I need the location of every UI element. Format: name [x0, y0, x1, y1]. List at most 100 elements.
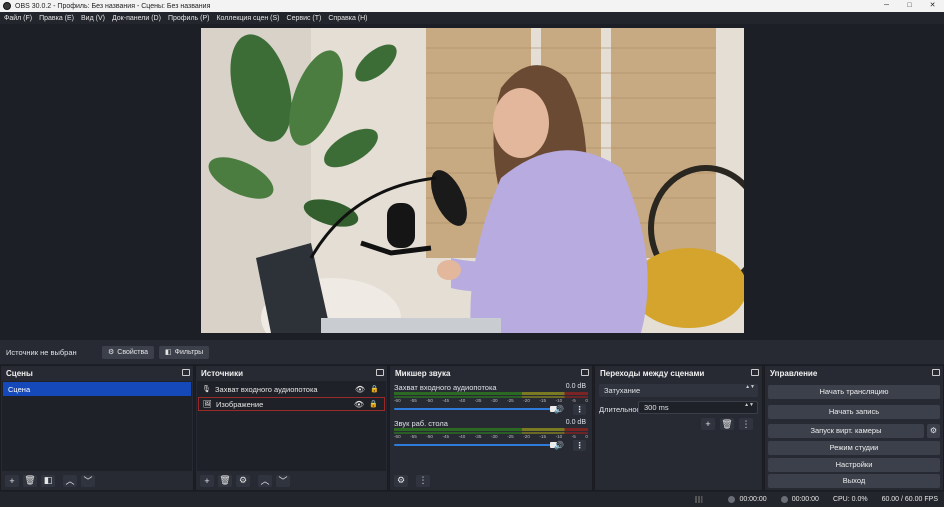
tick: -25: [507, 398, 514, 403]
duration-field[interactable]: 300 ms ▲▼: [638, 401, 758, 414]
channel-name: Захват входного аудиопотока: [394, 383, 497, 392]
scenes-list: Сцена: [2, 381, 192, 471]
move-up-button[interactable]: ︿: [63, 474, 77, 487]
tick: -50: [426, 398, 433, 403]
sources-list: 🎙 Захват входного аудиопотока 👁 🔒 🖼 Изоб…: [197, 381, 386, 471]
menu-view[interactable]: Вид (V): [81, 15, 105, 22]
volume-meter: [394, 392, 588, 395]
remove-scene-button[interactable]: 🗑: [23, 474, 37, 487]
menu-edit[interactable]: Правка (E): [39, 15, 74, 22]
preview-image: [201, 28, 744, 333]
channel-menu-button[interactable]: ⋮: [573, 404, 586, 415]
advanced-audio-button[interactable]: ⚙: [394, 474, 408, 487]
menu-help[interactable]: Справка (H): [328, 15, 367, 22]
tick: -45: [442, 398, 450, 403]
properties-label: Свойства: [117, 348, 149, 356]
channel-menu-button[interactable]: ⋮: [573, 440, 586, 451]
undock-icon[interactable]: [932, 369, 940, 376]
tick: -40: [458, 398, 466, 403]
audio-mixer-dock: Микшер звука Захват входного аудиопотока…: [389, 365, 593, 491]
transition-selected: Затухание: [604, 386, 641, 395]
settings-button[interactable]: Настройки: [768, 458, 940, 472]
studio-mode-button[interactable]: Режим студии: [768, 441, 940, 455]
menu-file[interactable]: Файл (F): [4, 15, 32, 22]
mixer-title: Микшер звука: [390, 366, 592, 380]
spin-arrows-icon[interactable]: ▲▼: [744, 403, 754, 408]
scene-item[interactable]: Сцена: [3, 382, 191, 396]
move-up-button[interactable]: ︿: [258, 474, 272, 487]
channel-name: Звук раб. стола: [394, 419, 448, 428]
source-label: Изображение: [216, 399, 264, 409]
status-bar: 00:00:00 00:00:00 CPU: 0.0% 60.00 / 60.0…: [0, 492, 944, 507]
source-item-audio-input[interactable]: 🎙 Захват входного аудиопотока 👁 🔒: [198, 382, 385, 396]
start-recording-button[interactable]: Начать запись: [768, 405, 940, 419]
tick: -55: [410, 398, 417, 403]
tick: -10: [555, 398, 563, 403]
program-preview[interactable]: [201, 28, 744, 333]
undock-icon[interactable]: [376, 369, 384, 376]
window-titlebar: OBS 30.0.2 - Профиль: Без названия - Сце…: [0, 0, 944, 12]
undock-icon[interactable]: [581, 369, 589, 376]
transition-menu-button[interactable]: ⋮: [739, 418, 753, 430]
menu-scene-collection[interactable]: Коллекция сцен (S): [216, 15, 279, 22]
mixer-menu-button[interactable]: ⋮: [416, 474, 430, 487]
lock-icon[interactable]: 🔒: [370, 385, 379, 393]
tick: -30: [490, 398, 498, 403]
tick: -15: [539, 434, 547, 439]
undock-icon[interactable]: [751, 369, 759, 376]
cpu-usage: CPU: 0.0%: [832, 496, 868, 503]
properties-button[interactable]: ⚙ Свойства: [102, 345, 155, 359]
menu-profile[interactable]: Профиль (P): [168, 15, 210, 22]
visibility-eye-icon[interactable]: 👁: [355, 385, 365, 394]
source-item-image[interactable]: 🖼 Изображение 👁 🔒: [198, 397, 385, 411]
close-icon[interactable]: ✕: [921, 0, 944, 12]
virtual-camera-settings-gear-icon[interactable]: ⚙: [927, 424, 940, 438]
stream-time: 00:00:00: [739, 496, 767, 503]
mixer-title-text: Микшер звука: [395, 368, 451, 378]
undock-icon[interactable]: [182, 369, 190, 376]
volume-slider[interactable]: [394, 442, 557, 448]
duration-value: 300 ms: [644, 403, 669, 412]
menu-docks[interactable]: Док-панели (D): [112, 15, 161, 22]
signal-bars-icon: [695, 496, 705, 503]
menu-tools[interactable]: Сервис (T): [287, 15, 322, 22]
sources-dock: Источники 🎙 Захват входного аудиопотока …: [195, 365, 388, 491]
add-scene-button[interactable]: +: [5, 474, 19, 487]
add-transition-button[interactable]: +: [701, 418, 715, 430]
start-streaming-button[interactable]: Начать трансляцию: [768, 385, 940, 399]
tick: 0: [585, 434, 588, 439]
move-down-button[interactable]: ﹀: [276, 474, 290, 487]
remove-source-button[interactable]: 🗑: [218, 474, 232, 487]
scene-filters-button[interactable]: ◧: [41, 474, 55, 487]
tick: -60: [394, 398, 401, 403]
fps-counter: 60.00 / 60.00 FPS: [881, 496, 938, 503]
tick: -20: [523, 398, 530, 403]
speaker-icon[interactable]: 🔊: [554, 405, 564, 414]
filters-button[interactable]: ◧ Фильтры: [159, 345, 210, 359]
source-toolbar: Источник не выбран ⚙ Свойства ◧ Фильтры: [0, 340, 944, 364]
tick: -50: [426, 434, 433, 439]
start-virtual-camera-button[interactable]: Запуск вирт. камеры: [768, 424, 924, 438]
meter-scale: -60 -55 -50 -45 -40 -35 -30 -25 -20 -15 -10 -5 0: [394, 398, 588, 405]
lock-icon[interactable]: 🔒: [369, 400, 378, 408]
source-properties-button[interactable]: ⚙: [236, 474, 250, 487]
stream-status: 00:00:00: [728, 496, 767, 503]
image-icon: 🖼: [203, 401, 212, 408]
visibility-eye-icon[interactable]: 👁: [354, 400, 364, 409]
tick: 0: [585, 398, 588, 403]
microphone-icon: 🎙: [202, 386, 211, 393]
remove-transition-button[interactable]: 🗑: [720, 418, 734, 430]
speaker-icon[interactable]: 🔊: [554, 441, 564, 450]
volume-slider[interactable]: [394, 406, 557, 412]
maximize-icon[interactable]: □: [898, 0, 921, 12]
sources-title-text: Источники: [201, 368, 244, 378]
exit-button[interactable]: Выход: [768, 474, 940, 488]
updown-arrows-icon: ▲▼: [745, 384, 755, 390]
tick: -20: [523, 434, 530, 439]
minimize-icon[interactable]: ─: [875, 0, 898, 12]
move-down-button[interactable]: ﹀: [81, 474, 95, 487]
transition-select[interactable]: Затухание ▲▼: [599, 384, 758, 397]
window-controls: ─ □ ✕: [875, 0, 944, 12]
add-source-button[interactable]: +: [200, 474, 214, 487]
controls-dock: Управление Начать трансляцию Начать запи…: [764, 365, 944, 491]
